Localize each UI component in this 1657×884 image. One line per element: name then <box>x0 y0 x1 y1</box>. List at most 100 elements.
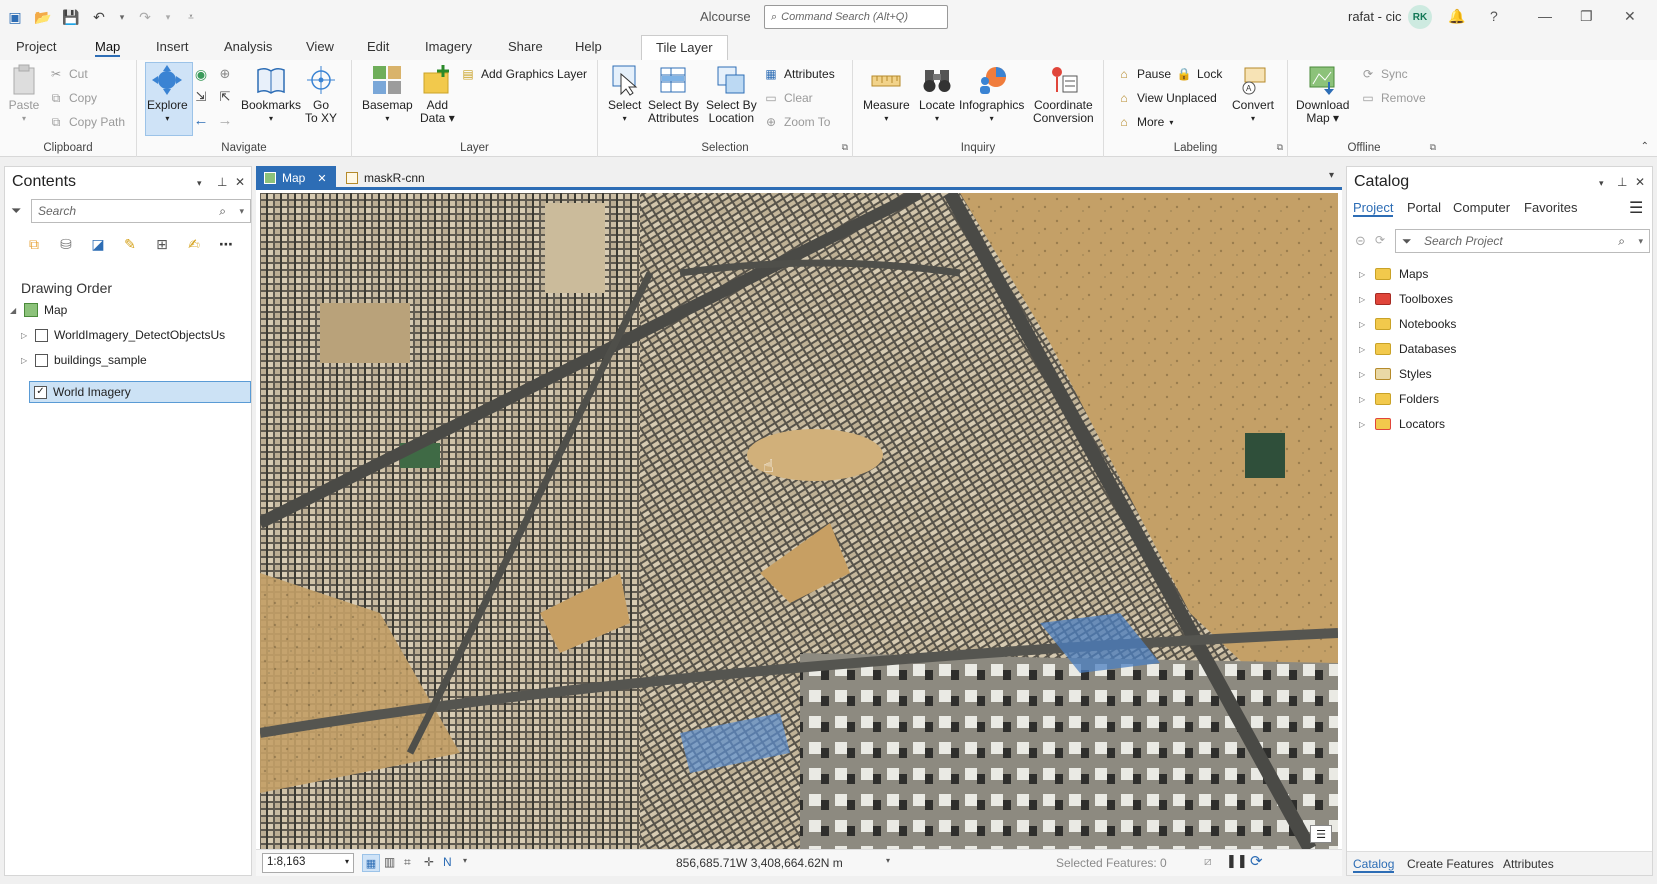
command-search-input[interactable]: ⌕ Command Search (Alt+Q) <box>764 5 948 29</box>
notifications-icon[interactable]: ☰ <box>1310 825 1332 843</box>
coordinate-conversion-button[interactable]: Coordinate Conversion <box>1033 64 1094 125</box>
new-project-icon[interactable]: ▣ <box>6 8 24 26</box>
paste-button[interactable]: Paste ▾ <box>8 64 40 125</box>
tab-view[interactable]: View <box>306 39 334 54</box>
avatar[interactable]: RK <box>1408 5 1432 29</box>
refresh-icon[interactable]: ⟳ <box>1250 852 1263 870</box>
close-pane-icon[interactable]: ✕ <box>235 175 245 189</box>
expanded-arrow-icon[interactable]: ◢ <box>10 306 18 315</box>
tab-tile-layer[interactable]: Tile Layer <box>641 35 728 60</box>
copy-button[interactable]: ⧉ Copy <box>48 90 97 106</box>
undo-dropdown-icon[interactable]: ▾ <box>118 8 126 26</box>
zoom-out-fixed-icon[interactable]: ⇱ <box>217 89 233 105</box>
cut-button[interactable]: ✂ Cut <box>48 66 88 82</box>
attributes-button[interactable]: ▦ Attributes <box>763 66 834 82</box>
tab-analysis[interactable]: Analysis <box>224 39 272 54</box>
tab-map-view[interactable]: Map ✕ <box>256 166 336 190</box>
view-unplaced-button[interactable]: ⌂ View Unplaced <box>1116 90 1216 106</box>
add-data-button[interactable]: Add Data ▾ <box>420 64 455 125</box>
collapsed-arrow-icon[interactable]: ▷ <box>1359 295 1367 304</box>
undo-icon[interactable]: ↶ <box>90 8 108 26</box>
grid-view-icon[interactable]: ▦ <box>362 854 380 872</box>
notification-icon[interactable]: 🔔 <box>1448 8 1465 25</box>
explore-button[interactable]: Explore ▾ <box>147 64 188 125</box>
back-icon[interactable]: ⊝ <box>1355 233 1366 249</box>
catalog-item-folders[interactable]: ▷ Folders <box>1359 392 1439 406</box>
tab-share[interactable]: Share <box>508 39 543 54</box>
north-arrow-icon[interactable]: N <box>443 855 452 869</box>
labeling-icon[interactable]: ✍ <box>183 233 205 255</box>
select-button[interactable]: Select ▾ <box>608 64 641 125</box>
bottom-tab-create-features[interactable]: Create Features <box>1407 857 1494 871</box>
tab-project[interactable]: Project <box>16 39 56 54</box>
collapsed-arrow-icon[interactable]: ▷ <box>1359 420 1367 429</box>
open-project-icon[interactable]: 📂 <box>34 8 52 26</box>
collapsed-arrow-icon[interactable]: ▷ <box>1359 395 1367 404</box>
tab-edit[interactable]: Edit <box>367 39 389 54</box>
filter-icon[interactable]: ⏷ <box>11 203 21 219</box>
pin-icon[interactable]: ⊥ <box>217 175 227 189</box>
select-by-attributes-button[interactable]: Select By Attributes <box>648 64 699 125</box>
collapsed-arrow-icon[interactable]: ▷ <box>21 331 29 340</box>
selected-features-count[interactable]: Selected Features: 0 <box>1056 856 1167 870</box>
minimize-icon[interactable]: — <box>1538 8 1552 24</box>
help-icon[interactable]: ? <box>1490 8 1498 24</box>
bottom-tab-attributes[interactable]: Attributes <box>1503 857 1554 871</box>
more-labeling-button[interactable]: ⌂ More ▾ <box>1116 114 1173 130</box>
next-extent-icon[interactable]: → <box>217 112 233 129</box>
collapse-ribbon-icon[interactable]: ⌃ <box>1641 141 1649 152</box>
catalog-tab-computer[interactable]: Computer <box>1453 200 1510 215</box>
go-to-xy-button[interactable]: Go To XY <box>305 64 337 125</box>
refresh-catalog-icon[interactable]: ⟳ <box>1375 233 1385 247</box>
catalog-item-maps[interactable]: ▷ Maps <box>1359 267 1428 281</box>
snapping-toggle-icon[interactable]: ⌗ <box>404 855 411 870</box>
tree-map-node[interactable]: ◢ Map <box>10 299 67 321</box>
catalog-item-databases[interactable]: ▷ Databases <box>1359 342 1456 356</box>
tab-help[interactable]: Help <box>575 39 602 54</box>
customize-qat-icon[interactable]: ⩡ <box>182 8 200 26</box>
previous-extent-icon[interactable]: ← <box>193 112 209 129</box>
more-icon[interactable]: ⋯ <box>215 233 237 255</box>
data-source-icon[interactable]: ⛁ <box>55 233 77 255</box>
pane-options-icon[interactable]: ▾ <box>197 178 202 189</box>
chevron-down-icon[interactable]: ▾ <box>886 856 890 865</box>
drawing-order-icon[interactable]: ⧉ <box>23 233 45 255</box>
catalog-tab-project[interactable]: Project <box>1353 200 1394 217</box>
refresh-disabled-icon[interactable]: ⧄ <box>1204 854 1212 869</box>
layer-visibility-checkbox[interactable]: ✓ <box>34 385 47 399</box>
close-tab-icon[interactable]: ✕ <box>317 172 326 185</box>
grid-toggle-icon[interactable]: ✛ <box>424 855 434 869</box>
layer-row[interactable]: ▷ buildings_sample <box>21 349 147 371</box>
tab-maskr-cnn[interactable]: maskR-cnn <box>338 166 433 190</box>
collapsed-arrow-icon[interactable]: ▷ <box>1359 270 1367 279</box>
catalog-item-toolboxes[interactable]: ▷ Toolboxes <box>1359 292 1453 306</box>
redo-icon[interactable]: ↷ <box>136 8 154 26</box>
tab-insert[interactable]: Insert <box>156 39 189 54</box>
tabs-dropdown-icon[interactable]: ▾ <box>1329 170 1334 181</box>
fixed-zoom-icon[interactable]: ⊕ <box>217 66 233 82</box>
restore-icon[interactable]: ❐ <box>1580 8 1593 25</box>
sync-button[interactable]: ⟳ Sync <box>1360 66 1408 82</box>
measure-button[interactable]: Measure ▾ <box>863 64 910 125</box>
collapsed-arrow-icon[interactable]: ▷ <box>1359 345 1367 354</box>
tab-map[interactable]: Map <box>95 39 121 57</box>
copy-path-button[interactable]: ⧉ Copy Path <box>48 114 125 130</box>
pause-drawing-icon[interactable]: ❚❚ <box>1226 853 1248 869</box>
layer-row-selected[interactable]: ✓ World Imagery <box>29 381 251 403</box>
collapsed-arrow-icon[interactable]: ▷ <box>21 356 29 365</box>
tab-imagery[interactable]: Imagery <box>425 39 472 54</box>
pane-options-icon[interactable]: ▾ <box>1599 178 1604 189</box>
hamburger-menu-icon[interactable]: ☰ <box>1629 198 1643 218</box>
close-icon[interactable]: ✕ <box>1624 8 1636 25</box>
select-by-location-button[interactable]: Select By Location <box>706 64 757 125</box>
filter-icon[interactable]: ⏷ <box>1402 234 1412 249</box>
layer-visibility-checkbox[interactable] <box>35 328 48 342</box>
redo-dropdown-icon[interactable]: ▾ <box>164 8 172 26</box>
remove-button[interactable]: ▭ Remove <box>1360 90 1425 106</box>
catalog-tab-portal[interactable]: Portal <box>1407 200 1441 215</box>
download-map-button[interactable]: Download Map ▾ <box>1296 64 1349 125</box>
snapping-icon[interactable]: ⊞ <box>151 233 173 255</box>
chevron-down-icon[interactable]: ▾ <box>463 856 467 865</box>
editing-icon[interactable]: ✎ <box>119 233 141 255</box>
close-pane-icon[interactable]: ✕ <box>1635 175 1645 189</box>
